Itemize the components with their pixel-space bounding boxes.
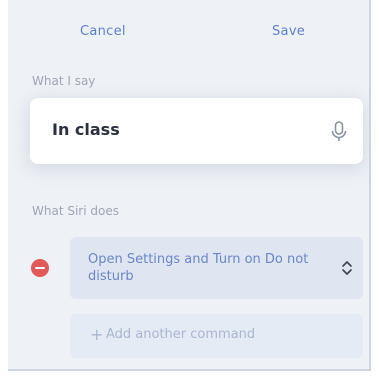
cancel-button[interactable]: Cancel <box>80 24 126 39</box>
what-i-say-label: What I say <box>32 74 96 88</box>
what-siri-does-label: What Siri does <box>32 204 119 218</box>
command-text: Open Settings and Turn on Do not disturb <box>88 252 309 284</box>
edit-shortcut-screen: Cancel Save What I say In class What Sir… <box>8 0 371 371</box>
microphone-icon[interactable] <box>329 120 349 144</box>
navigation-bar: Cancel Save <box>8 0 369 62</box>
add-command-button[interactable]: + Add another command <box>70 314 363 358</box>
add-command-label: Add another command <box>106 327 256 342</box>
plus-icon: + <box>90 325 104 344</box>
phrase-field[interactable]: In class <box>30 98 363 164</box>
chevron-up-down-icon <box>341 259 353 277</box>
minus-circle-icon[interactable] <box>31 259 49 277</box>
phrase-text: In class <box>52 120 120 139</box>
command-select[interactable]: Open Settings and Turn on Do not disturb <box>70 237 363 299</box>
save-button[interactable]: Save <box>272 24 305 39</box>
